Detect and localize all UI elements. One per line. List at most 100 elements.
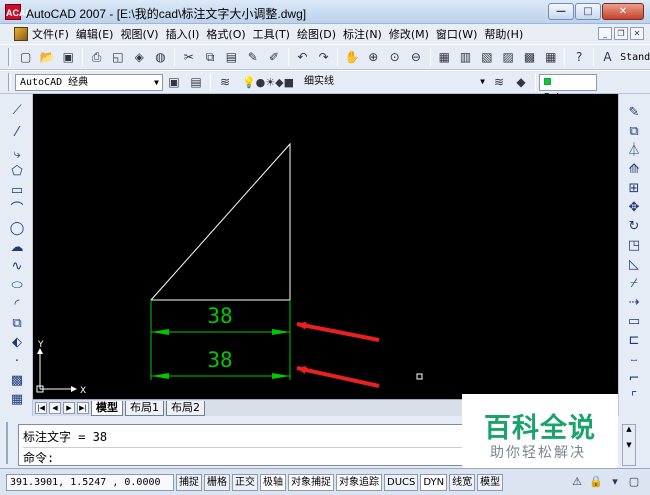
ellipse-arc-icon[interactable]: ◜	[8, 296, 26, 314]
menu-insert[interactable]: 插入(I)	[166, 26, 207, 42]
design-center-icon[interactable]: ▥	[457, 48, 474, 66]
move-icon[interactable]: ✥	[625, 199, 643, 217]
chamfer-icon[interactable]: ⌐	[625, 370, 643, 388]
toolbar-grip[interactable]	[8, 73, 11, 91]
scale-icon[interactable]: ◳	[625, 237, 643, 255]
menu-tools[interactable]: 工具(T)	[253, 26, 297, 42]
menu-modify[interactable]: 修改(M)	[389, 26, 436, 42]
insert-block-icon[interactable]: ⧉	[8, 315, 26, 333]
redo-icon[interactable]: ↷	[315, 48, 332, 66]
print-icon[interactable]: ⎙	[88, 48, 105, 66]
drawing-area[interactable]: 38 38 Y X	[33, 94, 618, 399]
lock-icon[interactable]: 🔒	[588, 474, 604, 490]
doc-restore-button[interactable]: ❐	[614, 27, 628, 40]
menu-draw[interactable]: 绘图(D)	[297, 26, 343, 42]
command-scrollbar[interactable]: ▲ ▼	[622, 424, 636, 466]
break-icon[interactable]: ▭	[625, 313, 643, 331]
hatch-icon[interactable]: ▩	[8, 372, 26, 390]
revision-cloud-icon[interactable]: ☁	[8, 239, 26, 257]
command-prompt[interactable]: 命令:	[23, 447, 463, 466]
menu-edit[interactable]: 编辑(E)	[76, 26, 121, 42]
lineweight-toggle[interactable]: 线宽	[449, 473, 476, 491]
polyline-icon[interactable]: ⤷	[8, 146, 26, 164]
copy-object-icon[interactable]: ⧉	[625, 123, 643, 141]
toolbar-grip[interactable]	[8, 48, 11, 66]
otrack-toggle[interactable]: 对象追踪	[336, 473, 382, 491]
command-text-area[interactable]: 标注文字 = 38 命令:	[18, 424, 466, 466]
save-icon[interactable]: ▣	[60, 48, 77, 66]
point-icon[interactable]: ·	[8, 353, 26, 371]
last-tab-button[interactable]: ▶|	[77, 402, 89, 414]
text-style-icon[interactable]: A	[599, 48, 616, 66]
document-icon[interactable]	[14, 27, 28, 41]
join-icon[interactable]: ⧿	[625, 351, 643, 369]
osnap-toggle[interactable]: 对象捕捉	[288, 473, 334, 491]
tab-model[interactable]: 模型	[91, 400, 123, 416]
clean-screen-icon[interactable]: ▢	[626, 474, 642, 490]
menu-help[interactable]: 帮助(H)	[484, 26, 530, 42]
calculator-icon[interactable]: ▦	[542, 48, 559, 66]
line-icon[interactable]: ⟋	[8, 102, 26, 120]
preview-icon[interactable]: ◱	[109, 48, 126, 66]
layer-select[interactable]: 细实线 ▼	[300, 74, 488, 91]
pan-icon[interactable]: ✋	[343, 48, 360, 66]
polar-toggle[interactable]: 极轴	[260, 473, 286, 491]
menu-view[interactable]: 视图(V)	[120, 26, 165, 42]
arc-icon[interactable]: ⌒	[8, 201, 26, 219]
publish-icon[interactable]: ◈	[131, 48, 148, 66]
stretch-icon[interactable]: ◺	[625, 256, 643, 274]
circle-icon[interactable]: ◯	[8, 220, 26, 238]
tray-settings-icon[interactable]: ▾	[607, 474, 623, 490]
help-icon[interactable]: ?	[570, 48, 587, 66]
spline-icon[interactable]: ∿	[8, 258, 26, 276]
open-icon[interactable]: 📂	[38, 48, 55, 66]
ortho-toggle[interactable]: 正交	[232, 473, 258, 491]
properties-icon[interactable]: ▦	[436, 48, 453, 66]
ellipse-icon[interactable]: ⬭	[8, 277, 26, 295]
workspace-save-icon[interactable]: ▤	[187, 73, 205, 91]
text-style-combo[interactable]: Stand	[620, 52, 650, 63]
communication-center-icon[interactable]: ⚠	[569, 474, 585, 490]
tab-layout2[interactable]: 布局2	[166, 400, 205, 416]
zoom-realtime-icon[interactable]: ⊕	[365, 48, 382, 66]
construction-line-icon[interactable]: ⁄	[8, 124, 26, 142]
first-tab-button[interactable]: |◀	[35, 402, 47, 414]
color-select[interactable]: ByLayer	[539, 73, 597, 103]
command-grip[interactable]	[6, 422, 14, 464]
model-toggle[interactable]: 模型	[477, 473, 504, 491]
match-icon[interactable]: ✎	[244, 48, 261, 66]
menu-window[interactable]: 窗口(W)	[436, 26, 484, 42]
coordinate-readout[interactable]: 391.3901, 1.5247 , 0.0000	[6, 473, 174, 491]
next-tab-button[interactable]: ▶	[63, 402, 75, 414]
ducs-toggle[interactable]: DUCS	[384, 473, 419, 491]
sheet-set-icon[interactable]: ▨	[500, 48, 517, 66]
brush-icon[interactable]: ✐	[265, 48, 282, 66]
break-at-point-icon[interactable]: ⊏	[625, 332, 643, 350]
menu-file[interactable]: 文件(F)	[32, 26, 76, 42]
markup-icon[interactable]: ▩	[521, 48, 538, 66]
layer-state-icons[interactable]: 💡●☀◆■	[238, 73, 298, 91]
zoom-previous-icon[interactable]: ⊖	[407, 48, 424, 66]
extend-icon[interactable]: ⇢	[625, 294, 643, 312]
mirror-icon[interactable]: ⏃	[625, 142, 643, 160]
doc-minimize-button[interactable]: _	[598, 27, 612, 40]
rectangle-icon[interactable]: ▭	[8, 182, 26, 200]
dimension-text-bottom[interactable]: 38	[207, 348, 232, 372]
autocad-app-icon[interactable]: ACAD	[5, 4, 32, 20]
workspace-select[interactable]: AutoCAD 经典 ▼	[15, 73, 163, 91]
plot-icon[interactable]: ◍	[152, 48, 169, 66]
workspace-settings-icon[interactable]: ▣	[165, 73, 183, 91]
dimension-text-top[interactable]: 38	[207, 304, 232, 328]
grid-toggle[interactable]: 栅格	[204, 473, 230, 491]
menu-dimension[interactable]: 标注(N)	[343, 26, 389, 42]
close-button[interactable]: ✕	[602, 3, 644, 20]
menu-format[interactable]: 格式(O)	[206, 26, 252, 42]
doc-close-button[interactable]: ✕	[630, 27, 644, 40]
offset-icon[interactable]: ⟰	[625, 161, 643, 179]
triangle-shape[interactable]	[150, 142, 291, 301]
polygon-icon[interactable]: ⬠	[8, 163, 26, 181]
copy-icon[interactable]: ⧉	[201, 48, 218, 66]
dyn-toggle[interactable]: DYN	[420, 473, 448, 491]
cut-icon[interactable]: ✂	[180, 48, 197, 66]
paste-icon[interactable]: ▤	[223, 48, 240, 66]
